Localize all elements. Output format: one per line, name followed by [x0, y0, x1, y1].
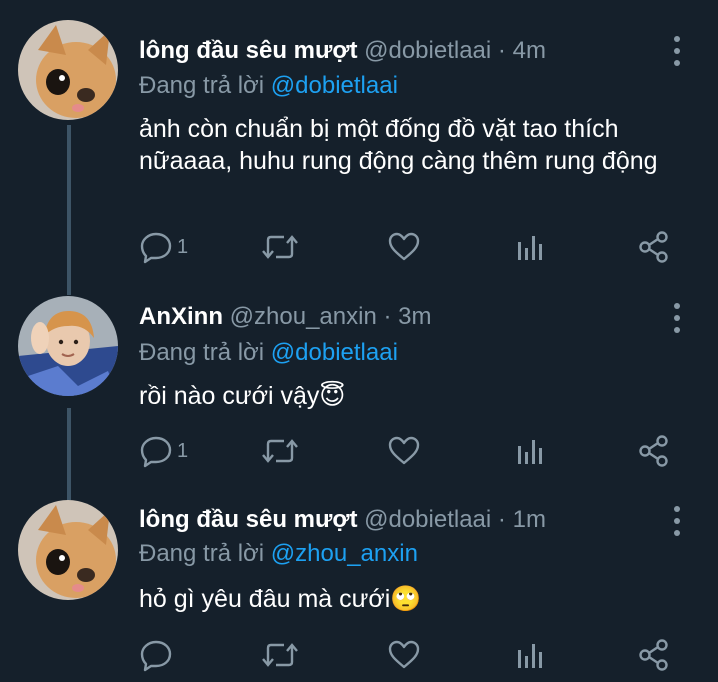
- retweet-button[interactable]: [260, 638, 300, 672]
- replying-to: Đang trả lời @zhou_anxin: [139, 540, 418, 568]
- analytics-icon: [518, 644, 542, 668]
- display-name[interactable]: lông đầu sêu mượt: [139, 506, 357, 533]
- avatar[interactable]: [18, 500, 118, 600]
- action-bar: [139, 638, 699, 672]
- tweet-header: lông đầu sêu mượt @dobietlaai · 1m: [139, 506, 546, 534]
- tweet[interactable]: lông đầu sêu mượt @dobietlaai · 1m Đang …: [0, 0, 718, 682]
- user-handle[interactable]: @dobietlaai: [364, 506, 491, 533]
- replying-prefix: Đang trả lời: [139, 540, 265, 567]
- separator-dot: ·: [497, 506, 506, 533]
- reply-icon: [140, 640, 172, 672]
- share-icon: [639, 639, 668, 671]
- reply-button[interactable]: [139, 638, 177, 672]
- timestamp[interactable]: 1m: [513, 506, 546, 533]
- share-button[interactable]: [637, 638, 671, 672]
- tweet-text: hỏ gì yêu đâu mà cưới🙄: [139, 585, 422, 613]
- like-icon: [388, 640, 420, 669]
- more-icon[interactable]: [670, 504, 684, 538]
- chihuahua-avatar: [18, 500, 118, 600]
- mention-link[interactable]: @zhou_anxin: [271, 540, 418, 567]
- retweet-icon: [262, 643, 298, 667]
- like-button[interactable]: [387, 638, 421, 672]
- analytics-button[interactable]: [515, 638, 545, 672]
